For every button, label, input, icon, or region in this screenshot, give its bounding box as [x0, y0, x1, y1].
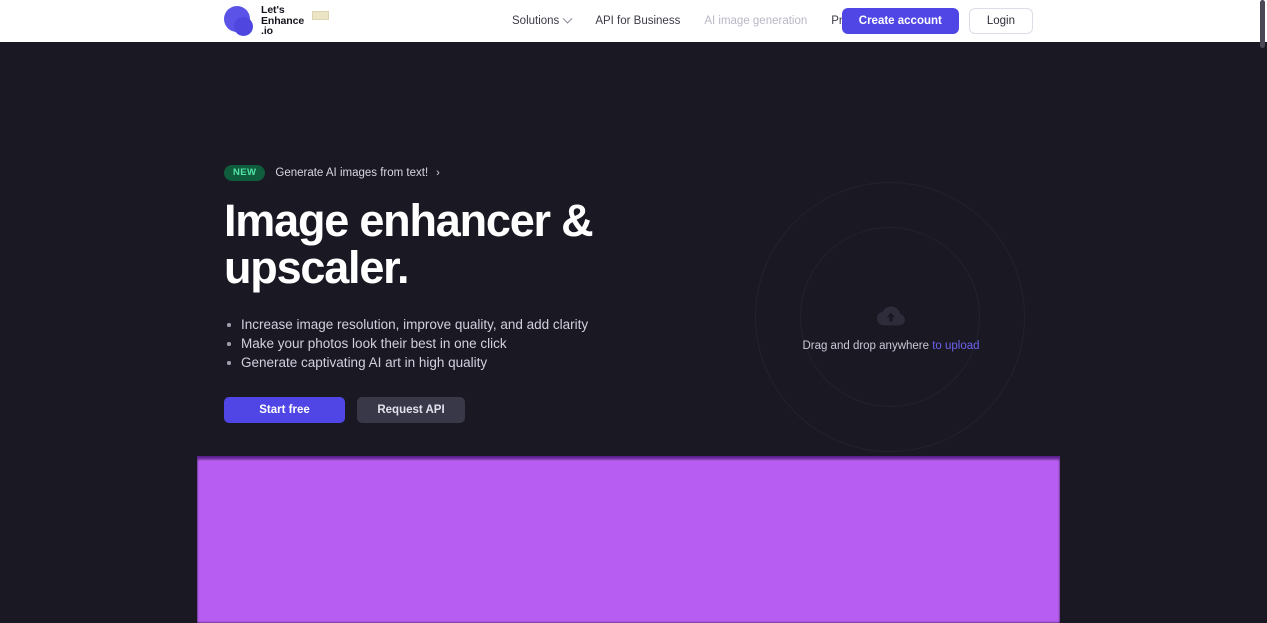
logo-wordmark: Let's Enhance .io	[261, 5, 329, 38]
dropzone-upload-link[interactable]: to upload	[932, 340, 979, 352]
logo-line-3: .io	[261, 25, 273, 38]
gradient-image	[197, 459, 1060, 623]
hero-feature-list: Increase image resolution, improve quali…	[224, 315, 744, 372]
list-item: Make your photos look their best in one …	[224, 334, 744, 353]
ukraine-flag-icon	[312, 11, 329, 21]
logo[interactable]: Let's Enhance .io	[224, 4, 329, 38]
list-item: Increase image resolution, improve quali…	[224, 315, 744, 334]
list-item: Generate captivating AI art in high qual…	[224, 353, 744, 372]
gradient-image-card[interactable]	[197, 456, 1060, 623]
nav-item-ai-image-generation[interactable]: AI image generation	[704, 15, 807, 27]
dropzone-instruction-static: Drag and drop anywhere	[802, 340, 933, 352]
request-api-button[interactable]: Request API	[357, 397, 465, 423]
nav-label-ai-image-generation: AI image generation	[704, 15, 808, 27]
new-feature-banner[interactable]: NEW Generate AI images from text! ›	[224, 165, 440, 181]
start-free-button[interactable]: Start free	[224, 397, 345, 423]
chevron-right-icon: ›	[436, 166, 440, 179]
page-viewport: Let's Enhance .io Solutions API for Busi…	[0, 0, 1258, 623]
gallery-band	[0, 456, 1258, 623]
logo-mark-icon	[224, 5, 255, 37]
hero-content: NEW Generate AI images from text! › Imag…	[224, 162, 744, 423]
nav-label-api-for-business: API for Business	[595, 15, 681, 27]
hero-section: NEW Generate AI images from text! › Imag…	[0, 42, 1258, 456]
login-button[interactable]: Login	[968, 8, 1033, 34]
chevron-down-icon	[562, 13, 573, 24]
new-feature-label: Generate AI images from text!	[275, 166, 429, 179]
header-actions: Create account Login	[841, 0, 1033, 42]
site-header: Let's Enhance .io Solutions API for Busi…	[0, 0, 1258, 42]
nav-item-api-for-business[interactable]: API for Business	[595, 15, 680, 27]
upload-dropzone[interactable]: Drag and drop anywhere to upload	[755, 182, 1027, 454]
hero-cta-row: Start free Request API	[224, 397, 744, 423]
cloud-upload-icon	[875, 304, 907, 333]
create-account-button[interactable]: Create account	[841, 8, 959, 34]
status-badge: NEW	[224, 165, 266, 181]
scrollbar-thumb[interactable]	[1260, 0, 1265, 48]
dropzone-instruction: Drag and drop anywhere to upload	[755, 340, 1027, 352]
nav-label-solutions: Solutions	[512, 15, 560, 27]
nav-item-solutions[interactable]: Solutions	[512, 13, 573, 27]
page-scrollbar[interactable]	[1258, 0, 1267, 623]
page-title: Image enhancer & upscaler.	[224, 194, 594, 293]
